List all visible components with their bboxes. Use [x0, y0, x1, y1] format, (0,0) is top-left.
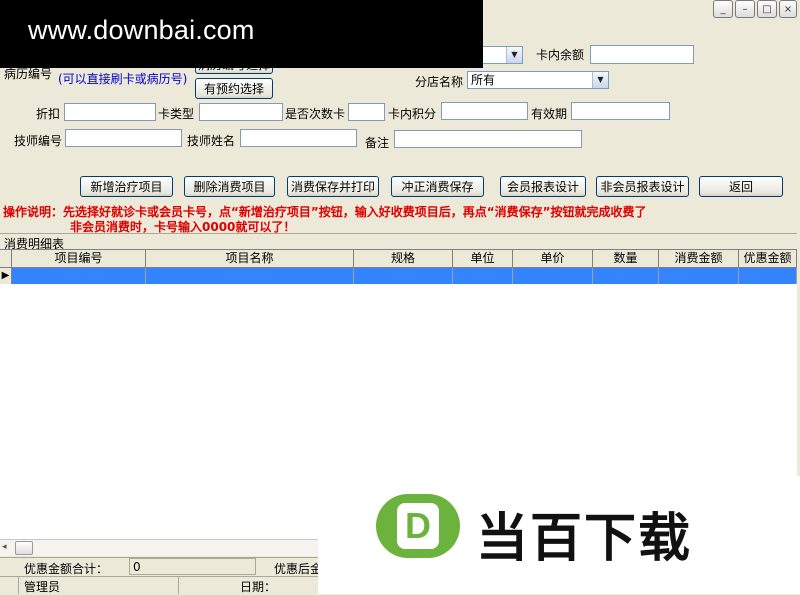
table-cell[interactable] — [453, 268, 513, 284]
save-print-button[interactable]: 消费保存并打印 — [287, 176, 379, 197]
table-cell[interactable] — [659, 268, 739, 284]
column-header[interactable]: 项目编号 — [12, 250, 146, 268]
column-header[interactable]: 单价 — [513, 250, 593, 268]
table-cell[interactable] — [593, 268, 659, 284]
validity-field[interactable] — [571, 102, 670, 120]
discount-label: 折扣 — [36, 107, 61, 121]
member-report-button[interactable]: 会员报表设计 — [500, 176, 586, 197]
times-card-field[interactable] — [348, 103, 385, 121]
discount-total-field: 0 — [129, 558, 256, 575]
card-type-field[interactable] — [199, 103, 283, 121]
minimize-alt-button[interactable]: – — [735, 0, 755, 18]
back-button[interactable]: 返回 — [699, 176, 783, 197]
points-label: 卡内积分 — [388, 107, 437, 121]
times-card-label: 是否次数卡 — [285, 107, 346, 121]
status-separator — [18, 577, 19, 594]
discount-total-label: 优惠金额合计： — [24, 562, 109, 576]
minimize-alt-icon: – — [742, 3, 748, 15]
horizontal-scrollbar[interactable]: ◂ — [0, 539, 318, 556]
card-balance-field[interactable] — [590, 45, 694, 64]
close-icon: × — [783, 3, 793, 15]
card-number-combo[interactable]: ▼ — [480, 46, 523, 64]
column-header[interactable]: 规格 — [354, 250, 453, 268]
validity-label: 有效期 — [531, 107, 568, 121]
brand-logo-icon: D — [376, 494, 460, 558]
maximize-icon: □ — [762, 3, 772, 15]
branch-select-value: 所有 — [471, 73, 496, 87]
remark-label: 备注 — [365, 136, 390, 150]
nonmember-report-button[interactable]: 非会员报表设计 — [596, 176, 689, 197]
branch-label: 分店名称 — [415, 75, 464, 89]
card-balance-label: 卡内余额 — [536, 48, 585, 62]
close-button[interactable]: × — [779, 0, 797, 18]
column-header[interactable]: 项目名称 — [146, 250, 354, 268]
row-indicator-header — [0, 250, 12, 268]
section-divider — [0, 233, 797, 234]
watermark-text: www.downbai.com — [28, 15, 255, 45]
tech-name-field[interactable] — [240, 129, 357, 147]
status-separator — [178, 577, 179, 594]
brand-letter: D — [397, 503, 439, 549]
card-type-label: 卡类型 — [158, 107, 195, 121]
tech-no-label: 技师编号 — [14, 134, 63, 148]
table-header: 项目编号 项目名称 规格 单位 单价 数量 消费金额 优惠金额 — [0, 250, 797, 268]
table-cell[interactable] — [354, 268, 453, 284]
chevron-down-icon: ▼ — [592, 72, 608, 88]
chevron-down-icon: ▼ — [506, 47, 522, 63]
maximize-button[interactable]: □ — [757, 0, 777, 18]
column-header[interactable]: 数量 — [593, 250, 659, 268]
column-header[interactable]: 消费金额 — [659, 250, 739, 268]
hint-text: (可以直接刷卡或病历号) — [58, 72, 188, 86]
branch-select[interactable]: 所有 ▼ — [467, 71, 609, 89]
add-treatment-button[interactable]: 新增治疗项目 — [80, 176, 173, 197]
table-cell[interactable] — [12, 268, 146, 284]
watermark-banner: www.downbai.com — [0, 0, 483, 68]
minimize-icon: _ — [720, 3, 726, 15]
after-discount-label: 优惠后金 — [274, 562, 323, 576]
discount-field[interactable] — [64, 103, 156, 121]
column-header[interactable]: 单位 — [453, 250, 513, 268]
brand-text: 当百下载 — [476, 509, 693, 569]
table-cell[interactable] — [146, 268, 354, 284]
row-pointer-icon: ▶ — [0, 268, 12, 284]
column-header[interactable]: 优惠金额 — [739, 250, 797, 268]
tech-no-field[interactable] — [65, 129, 182, 147]
table-row[interactable]: ▶ — [0, 268, 797, 284]
remark-field[interactable] — [394, 130, 582, 148]
table-cell[interactable] — [739, 268, 797, 284]
brand-watermark: D 当百下载 — [318, 476, 800, 594]
delete-item-button[interactable]: 删除消费项目 — [184, 176, 275, 197]
reverse-save-button[interactable]: 冲正消费保存 — [391, 176, 484, 197]
appointment-button[interactable]: 有预约选择 — [195, 78, 273, 99]
scroll-left-icon[interactable]: ◂ — [2, 542, 7, 552]
minimize-button[interactable]: _ — [713, 0, 733, 18]
status-date-label: 日期： — [240, 580, 277, 594]
points-field[interactable] — [441, 102, 528, 120]
status-user: 管理员 — [24, 580, 61, 594]
tech-name-label: 技师姓名 — [187, 134, 236, 148]
scroll-thumb[interactable] — [15, 541, 33, 555]
table-cell[interactable] — [513, 268, 593, 284]
